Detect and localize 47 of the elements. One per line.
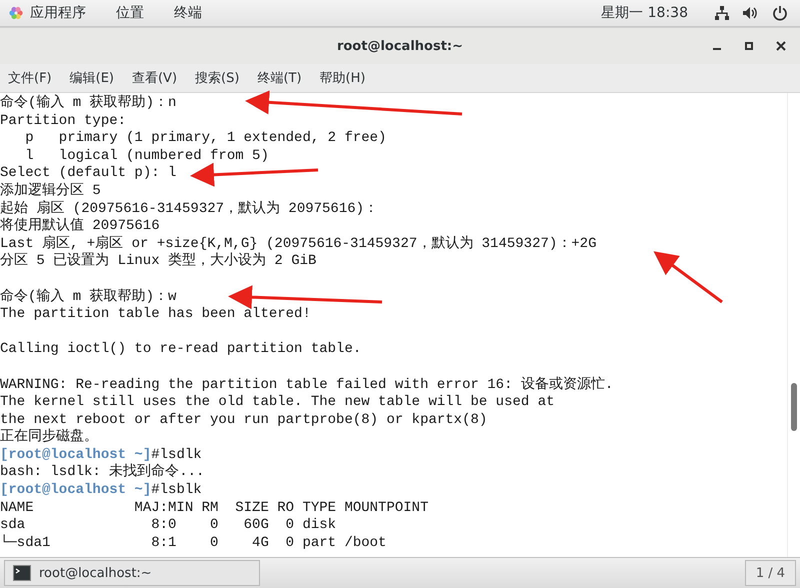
close-icon[interactable] (776, 41, 786, 51)
terminal-line: 将使用默认值 20975616 (0, 218, 160, 234)
terminal-line: 起始 扇区 (20975616-31459327，默认为 20975616)： (0, 200, 378, 217)
window-title: root@localhost:~ (336, 38, 464, 54)
volume-icon[interactable] (742, 5, 758, 21)
shell-prompt: [root@localhost ~] (0, 446, 152, 463)
terminal-line: Partition type: (0, 112, 126, 129)
terminal-line: 命令(输入 m 获取帮助)：w (0, 288, 176, 305)
workspace-indicator[interactable]: 1 / 4 (744, 560, 796, 586)
terminal-line: 命令(输入 m 获取帮助)：n (0, 95, 176, 111)
terminal-line: sda 8:0 0 60G 0 disk (0, 517, 336, 534)
terminal-line: WARNING: Re-reading the partition table failed with error 16: 设备或资源忙. (0, 376, 614, 392)
terminal-line: NAME MAJ:MIN RM SIZE RO TYPE MOUNTPOINT (0, 500, 428, 516)
terminal-icon (13, 565, 31, 581)
top-menu[interactable]: 位置 (104, 4, 162, 22)
menu-item[interactable]: 编辑(E) (68, 69, 124, 87)
terminal-line: Calling ioctl() to re-read partition table. (0, 341, 362, 358)
terminal-line: └─sda1 8:1 0 4G 0 part /boot (0, 534, 386, 551)
maximize-icon[interactable] (744, 41, 754, 51)
terminal-line: 正在同步磁盘。 (0, 429, 98, 446)
network-icon[interactable] (714, 5, 730, 21)
shell-prompt: [root@localhost ~] (0, 482, 152, 498)
power-icon[interactable] (772, 5, 788, 21)
terminal-line: The kernel still uses the old table. The new table will be used at (0, 394, 554, 410)
scrollbar-thumb[interactable] (791, 383, 797, 431)
taskbar-window-button[interactable]: root@localhost:~ (4, 560, 260, 586)
menu-item[interactable]: 搜索(S) (193, 69, 250, 87)
terminal-line: the next reboot or after you run partprobe(8) or kpartx(8) (0, 412, 488, 428)
terminal-line: l logical (numbered from 5) (24, 148, 269, 164)
menu-item[interactable]: 帮助(H) (318, 69, 376, 87)
shell-command: #lsdlk (151, 446, 202, 463)
terminal-line: bash: lsdlk: 未找到命令... (0, 464, 204, 480)
app-menu-icon[interactable] (8, 5, 24, 21)
menu-item[interactable]: 查看(V) (130, 69, 188, 87)
top-menu[interactable]: 终端 (162, 4, 220, 22)
menu-item[interactable]: 文件(F) (6, 69, 62, 87)
annotation-arrow (654, 251, 723, 304)
shell-command: #lsblk (151, 482, 202, 498)
menu-item[interactable]: 终端(T) (255, 69, 312, 87)
clock[interactable]: 星期一 18:38 (601, 4, 688, 22)
terminal-line: Select (default p): l (0, 165, 176, 182)
terminal-line: Last 扇区, +扇区 or +size{K,M,G} (20975616-31459327，默认为 31459327)：+2G (0, 236, 596, 252)
terminal-line: 添加逻辑分区 5 (0, 182, 101, 199)
terminal-line: The partition table has been altered! (0, 306, 311, 322)
top-menu[interactable]: 应用程序 (24, 4, 104, 22)
terminal-line: p primary (1 primary, 1 extended, 2 free) (24, 130, 386, 146)
terminal-line: 分区 5 已设置为 Linux 类型，大小设为 2 GiB (0, 253, 316, 270)
